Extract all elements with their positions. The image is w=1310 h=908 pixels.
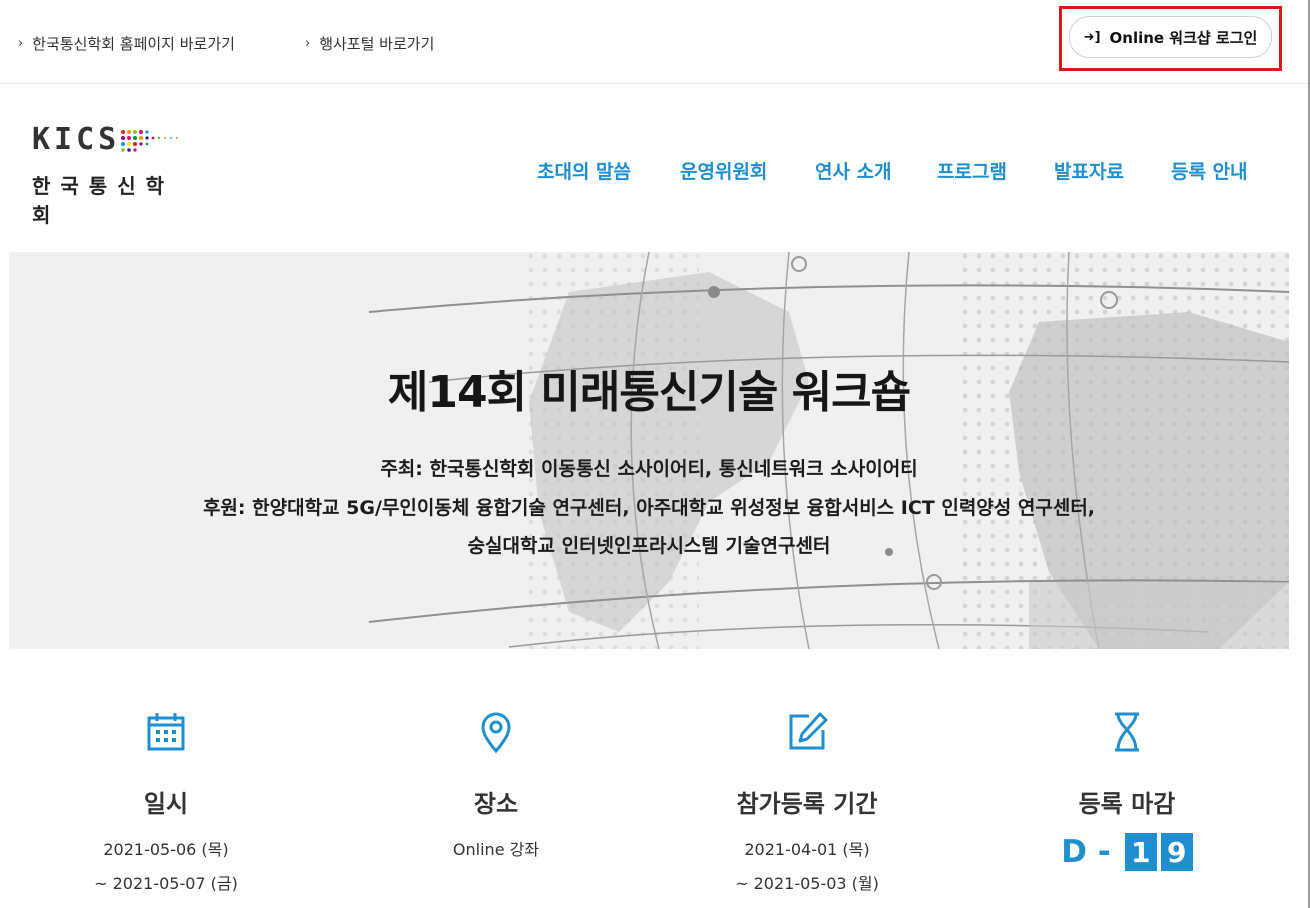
info-date-end: ~ 2021-05-07 (금)	[94, 874, 238, 893]
sign-in-icon: ➜]	[1083, 29, 1101, 45]
chevron-right-icon: ›	[305, 36, 311, 51]
d-day-digit: 1	[1124, 833, 1157, 871]
info-registration-end: ~ 2021-05-03 (월)	[735, 874, 879, 893]
info-date-label: 일시	[143, 790, 189, 818]
kics-homepage-link-label: 한국통신학회 홈페이지 바로가기	[32, 35, 235, 53]
d-day-prefix: D -	[1061, 834, 1111, 870]
hero-sponsor: 후원: 한양대학교 5G/무인이동체 융합기술 연구센터, 아주대학교 위성정보…	[202, 497, 1096, 519]
globe-background-graphic	[9, 252, 1289, 649]
location-pin-icon	[481, 712, 511, 754]
calendar-icon	[147, 713, 185, 751]
info-date: 일시 2021-05-06 (목) ~ 2021-05-07 (금)	[56, 710, 276, 901]
info-registration: 참가등록 기간 2021-04-01 (목) ~ 2021-05-03 (월)	[697, 710, 917, 901]
event-portal-link-label: 행사포털 바로가기	[319, 35, 435, 53]
nav-item-materials[interactable]: 발표자료	[1054, 157, 1124, 184]
info-date-start: 2021-05-06 (목)	[103, 840, 229, 859]
hero-organizer: 주최: 한국통신학회 이동통신 소사이어티, 통신네트워크 소사이어티	[380, 458, 918, 480]
hero-title: 제14회 미래통신기술 워크숍	[387, 367, 911, 418]
nav-item-registration[interactable]: 등록 안내	[1171, 157, 1248, 184]
chevron-right-icon: ›	[18, 36, 24, 51]
info-deadline: 등록 마감 D - 1 9	[1017, 710, 1237, 871]
info-deadline-label: 등록 마감	[1078, 790, 1176, 818]
d-day-digit: 9	[1160, 833, 1193, 871]
hero-banner: 제14회 미래통신기술 워크숍 주최: 한국통신학회 이동통신 소사이어티, 통…	[9, 252, 1289, 649]
hero-sponsor-cont: 숭실대학교 인터넷인프라시스템 기술연구센터	[467, 535, 831, 557]
info-place-label: 장소	[473, 790, 519, 818]
nav-item-speakers[interactable]: 연사 소개	[815, 157, 892, 184]
hourglass-icon	[1115, 712, 1139, 752]
nav-item-invitation[interactable]: 초대의 말씀	[537, 157, 631, 184]
nav-item-program[interactable]: 프로그램	[937, 157, 1007, 184]
top-bar: › 한국통신학회 홈페이지 바로가기 › 행사포털 바로가기 ➜] Online…	[0, 0, 1308, 84]
online-workshop-login-button[interactable]: ➜] Online 워크샵 로그인	[1069, 16, 1272, 58]
event-portal-link[interactable]: › 행사포털 바로가기	[305, 33, 434, 54]
d-day-counter: D - 1 9	[1017, 833, 1237, 871]
edit-icon	[789, 712, 828, 750]
login-button-label: Online 워크샵 로그인	[1109, 28, 1258, 47]
info-place: 장소 Online 강좌	[386, 710, 606, 867]
kics-homepage-link[interactable]: › 한국통신학회 홈페이지 바로가기	[18, 33, 235, 54]
info-place-value: Online 강좌	[452, 840, 540, 859]
nav-item-committee[interactable]: 운영위원회	[680, 157, 767, 184]
info-registration-start: 2021-04-01 (목)	[744, 840, 870, 859]
info-registration-label: 참가등록 기간	[736, 790, 878, 818]
logo-dots-graphic	[121, 130, 178, 152]
main-nav: 초대의 말씀 운영위원회 연사 소개 프로그램 발표자료 등록 안내	[0, 157, 1310, 187]
